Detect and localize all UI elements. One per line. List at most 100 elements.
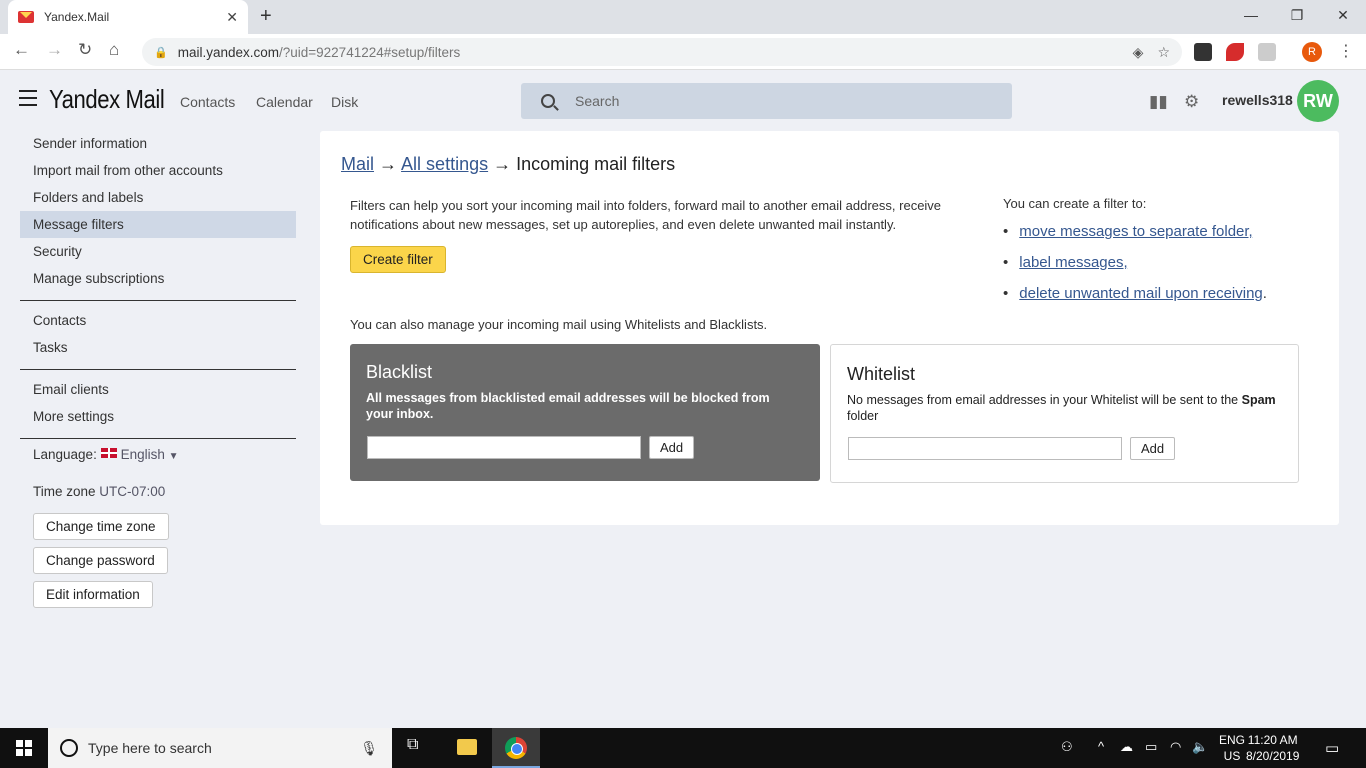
close-window-icon[interactable]: ✕ bbox=[1320, 0, 1366, 34]
blacklist-email-input[interactable] bbox=[367, 436, 641, 459]
notifications-icon[interactable]: ▭ bbox=[1325, 739, 1339, 757]
chevron-up-icon[interactable]: ^ bbox=[1098, 739, 1104, 754]
browser-tab[interactable]: Yandex.Mail ✕ bbox=[8, 0, 248, 34]
people-icon[interactable]: ⚇ bbox=[1061, 739, 1073, 755]
lists-intro-text: You can also manage your incoming mail u… bbox=[350, 317, 768, 332]
uk-flag-icon bbox=[100, 448, 117, 458]
volume-icon[interactable]: 🔈 bbox=[1192, 739, 1208, 755]
home-icon[interactable]: ⌂ bbox=[109, 40, 119, 60]
timezone-setting: Time zone UTC-07:00 bbox=[33, 484, 165, 499]
nav-contacts[interactable]: Contacts bbox=[180, 94, 235, 110]
microphone-icon[interactable]: 🎙 bbox=[360, 740, 378, 757]
extension-icon[interactable] bbox=[1226, 43, 1244, 61]
yandex-mail-logo[interactable]: Yandex Mail bbox=[49, 84, 165, 115]
create-filter-button[interactable]: Create filter bbox=[350, 246, 446, 273]
create-filter-heading: You can create a filter to: bbox=[1003, 196, 1147, 211]
breadcrumb-mail-link[interactable]: Mail bbox=[341, 154, 374, 174]
restore-icon[interactable]: ❐ bbox=[1274, 0, 1320, 34]
nav-disk[interactable]: Disk bbox=[331, 94, 358, 110]
filter-options-list: move messages to separate folder, label … bbox=[1003, 223, 1267, 316]
avatar[interactable]: RW bbox=[1297, 80, 1339, 122]
forward-icon[interactable]: → bbox=[46, 40, 63, 60]
breadcrumb-all-settings-link[interactable]: All settings bbox=[401, 154, 488, 174]
new-tab-icon[interactable]: + bbox=[260, 5, 272, 28]
language-selector[interactable]: English ▼ bbox=[100, 447, 179, 462]
sidebar-item-tasks[interactable]: Tasks bbox=[20, 334, 296, 361]
close-tab-icon[interactable]: ✕ bbox=[226, 9, 238, 26]
sidebar-item-contacts[interactable]: Contacts bbox=[20, 307, 296, 334]
list-item: label messages, bbox=[1003, 254, 1267, 285]
whitelist-description: No messages from email addresses in your… bbox=[847, 393, 1276, 423]
filters-intro-text: Filters can help you sort your incoming … bbox=[350, 198, 942, 232]
chrome-profile-icon[interactable]: R bbox=[1302, 42, 1322, 62]
search-placeholder: Search bbox=[575, 93, 620, 109]
folder-icon bbox=[457, 739, 477, 755]
breadcrumb: Mail → All settings → Incoming mail filt… bbox=[341, 154, 676, 174]
label-messages-link[interactable]: label messages, bbox=[1019, 254, 1127, 271]
sidebar-item-sender-information[interactable]: Sender information bbox=[20, 130, 296, 157]
window-controls: — ❐ ✕ bbox=[1228, 0, 1366, 34]
browser-tab-strip: Yandex.Mail ✕ + — ❐ ✕ bbox=[0, 0, 1366, 34]
onedrive-icon[interactable]: ☁ bbox=[1120, 739, 1133, 755]
whitelist-email-input[interactable] bbox=[848, 437, 1122, 460]
chevron-down-icon: ▼ bbox=[168, 451, 179, 462]
list-item: move messages to separate folder, bbox=[1003, 223, 1267, 254]
browser-toolbar: ← → ↻ ⌂ 🔒 mail.yandex.com/?uid=922741224… bbox=[0, 34, 1366, 70]
extension-icon[interactable] bbox=[1194, 43, 1212, 61]
edit-information-button[interactable]: Edit information bbox=[33, 581, 153, 608]
windows-taskbar: Type here to search 🎙 ⧉ ⚇ ^ ☁ ▭ ◠ 🔈 ENG … bbox=[0, 728, 1366, 768]
reload-icon[interactable]: ↻ bbox=[78, 40, 92, 60]
input-language-indicator[interactable]: ENG US bbox=[1219, 732, 1245, 764]
sidebar-item-manage-subscriptions[interactable]: Manage subscriptions bbox=[20, 265, 296, 292]
chrome-menu-icon[interactable]: ⋮ bbox=[1338, 41, 1354, 61]
tab-title: Yandex.Mail bbox=[44, 10, 110, 24]
sidebar-item-import-mail[interactable]: Import mail from other accounts bbox=[20, 157, 296, 184]
yandex-mail-favicon-icon bbox=[18, 11, 34, 23]
search-icon bbox=[541, 94, 555, 108]
sidebar-divider bbox=[20, 369, 296, 370]
taskbar-search-box[interactable]: Type here to search 🎙 bbox=[48, 728, 392, 768]
task-view-icon[interactable]: ⧉ bbox=[407, 736, 418, 754]
filters-panel: Mail → All settings → Incoming mail filt… bbox=[320, 131, 1339, 525]
username[interactable]: rewells318 bbox=[1222, 92, 1293, 108]
extension-icon[interactable] bbox=[1258, 43, 1276, 61]
sidebar-item-message-filters[interactable]: Message filters bbox=[20, 211, 296, 238]
windows-start-icon[interactable] bbox=[16, 740, 32, 756]
lock-icon[interactable]: 🔒 bbox=[154, 46, 168, 59]
whitelist-add-button[interactable]: Add bbox=[1130, 437, 1176, 460]
taskbar-search-placeholder: Type here to search bbox=[88, 740, 212, 756]
minimize-icon[interactable]: — bbox=[1228, 0, 1274, 34]
hamburger-menu-icon[interactable] bbox=[19, 90, 37, 106]
wifi-icon[interactable]: ◠ bbox=[1170, 739, 1181, 755]
bookmark-star-icon[interactable]: ☆ bbox=[1157, 44, 1170, 61]
change-time-zone-button[interactable]: Change time zone bbox=[33, 513, 169, 540]
sidebar-item-email-clients[interactable]: Email clients bbox=[20, 376, 296, 403]
mail-search-bar[interactable]: Search bbox=[521, 83, 1012, 119]
settings-sidebar: Sender information Import mail from othe… bbox=[20, 130, 296, 445]
nav-calendar[interactable]: Calendar bbox=[256, 94, 313, 110]
sidebar-item-more-settings[interactable]: More settings bbox=[20, 403, 296, 430]
blacklist-title: Blacklist bbox=[366, 362, 433, 382]
battery-icon[interactable]: ▭ bbox=[1145, 739, 1157, 755]
back-icon[interactable]: ← bbox=[13, 40, 30, 60]
page-title: Incoming mail filters bbox=[516, 154, 676, 174]
change-password-button[interactable]: Change password bbox=[33, 547, 168, 574]
blacklist-add-button[interactable]: Add bbox=[649, 436, 695, 459]
address-bar[interactable]: 🔒 mail.yandex.com/?uid=922741224#setup/f… bbox=[142, 38, 1182, 66]
url-text: mail.yandex.com/?uid=922741224#setup/fil… bbox=[177, 44, 461, 60]
move-messages-link[interactable]: move messages to separate folder, bbox=[1019, 223, 1252, 240]
whitelist-card: Whitelist No messages from email address… bbox=[830, 344, 1299, 483]
system-clock[interactable]: 11:20 AM 8/20/2019 bbox=[1246, 732, 1299, 764]
delete-unwanted-link[interactable]: delete unwanted mail upon receiving bbox=[1019, 285, 1263, 302]
cortana-icon bbox=[60, 739, 78, 757]
chrome-icon bbox=[505, 737, 527, 759]
sidebar-item-folders-and-labels[interactable]: Folders and labels bbox=[20, 184, 296, 211]
timezone-value: UTC-07:00 bbox=[99, 484, 166, 499]
mail-header: Yandex Mail Contacts Calendar Disk Searc… bbox=[0, 70, 1366, 132]
chrome-taskbar-button[interactable] bbox=[492, 728, 540, 768]
tracking-icon[interactable]: ◈ bbox=[1133, 44, 1144, 61]
compact-view-icon[interactable]: ▮▮ bbox=[1149, 92, 1168, 112]
gear-icon[interactable]: ⚙ bbox=[1184, 92, 1199, 112]
file-explorer-taskbar-button[interactable] bbox=[443, 728, 491, 768]
sidebar-item-security[interactable]: Security bbox=[20, 238, 296, 265]
